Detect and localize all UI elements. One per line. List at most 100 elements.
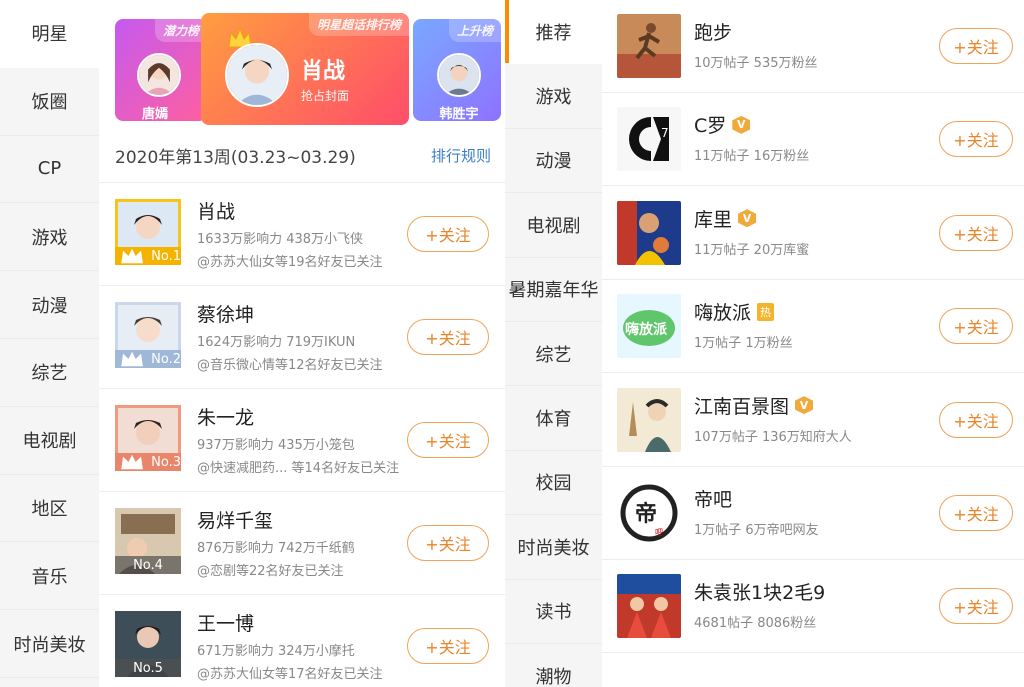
category-tv[interactable]: 电视剧 bbox=[0, 407, 99, 475]
category-game[interactable]: 游戏 bbox=[505, 64, 602, 129]
category-anime[interactable]: 动漫 bbox=[0, 271, 99, 339]
friends-following: @苏苏大仙女等17名好友已关注 bbox=[197, 667, 383, 682]
friends-following: @苏苏大仙女等19名好友已关注 bbox=[197, 255, 383, 270]
hot-badge: 热 bbox=[757, 302, 775, 321]
haifangpai-logo: 嗨放派 bbox=[617, 294, 681, 359]
follow-button[interactable]: +关注 bbox=[939, 121, 1013, 158]
topic-recommend-screen: 推荐 游戏 动漫 电视剧 暑期嘉年华 综艺 体育 校园 时尚美妆 读书 潮物 跑… bbox=[505, 0, 1024, 687]
topic-name-row: 江南百景图 V bbox=[694, 392, 814, 419]
ranking-row[interactable]: No.2 蔡徐坤 1624万影响力 719万IKUN @音乐微心情等12名好友已… bbox=[99, 285, 505, 388]
follow-button[interactable]: +关注 bbox=[407, 422, 489, 458]
follow-button[interactable]: +关注 bbox=[407, 319, 489, 355]
category-fashion[interactable]: 时尚美妆 bbox=[0, 610, 99, 678]
friends-following: @恋剧等22名好友已关注 bbox=[197, 564, 344, 579]
rank-badge: No.4 bbox=[115, 556, 181, 574]
verified-icon: V bbox=[795, 396, 814, 415]
topic-row[interactable]: 库里 V 11万帖子 20万库蜜 +关注 bbox=[602, 187, 1024, 280]
topic-row[interactable]: 7 C罗 V 11万帖子 16万粉丝 +关注 bbox=[602, 93, 1024, 187]
category-reading[interactable]: 读书 bbox=[505, 580, 602, 644]
star-ranking-screen: 明星 饭圈 CP 游戏 动漫 综艺 电视剧 地区 音乐 时尚美妆 潜力榜 唐嫣 bbox=[0, 0, 505, 687]
avatar bbox=[137, 53, 181, 97]
ranking-banner: 潜力榜 唐嫣 上升榜 韩胜宇 明星超话排行榜 肖战 抢占封面 bbox=[115, 13, 501, 125]
ranking-rules-link[interactable]: 排行规则 bbox=[431, 145, 491, 166]
volleyball-image bbox=[617, 574, 681, 639]
cr7-logo: 7 bbox=[617, 107, 681, 172]
category-anime[interactable]: 动漫 bbox=[505, 129, 602, 194]
topic-row[interactable]: 嗨放派 嗨放派热 1万帖子 1万粉丝 +关注 bbox=[602, 280, 1024, 374]
category-sidebar: 明星 饭圈 CP 游戏 动漫 综艺 电视剧 地区 音乐 时尚美妆 bbox=[0, 0, 99, 687]
category-variety[interactable]: 综艺 bbox=[505, 322, 602, 387]
category-tv[interactable]: 电视剧 bbox=[505, 193, 602, 258]
topic-row[interactable]: 帝吧 帝吧 1万帖子 6万帝吧网友 +关注 bbox=[602, 467, 1024, 560]
svg-text:吧: 吧 bbox=[655, 528, 663, 537]
avatar bbox=[437, 53, 481, 97]
rank-badge: No.1 bbox=[115, 247, 181, 265]
follow-button[interactable]: +关注 bbox=[939, 28, 1013, 64]
topic-name-row: 帝吧 bbox=[694, 485, 732, 512]
star-photo: No.4 bbox=[115, 508, 181, 574]
crown-icon bbox=[121, 454, 143, 470]
follow-button[interactable]: +关注 bbox=[939, 308, 1013, 345]
topic-row[interactable]: 朱袁张1块2毛9 4681帖子 8086粉丝 +关注 bbox=[602, 560, 1024, 654]
verified-icon: V bbox=[738, 209, 757, 228]
category-variety[interactable]: 综艺 bbox=[0, 339, 99, 407]
category-cp[interactable]: CP bbox=[0, 136, 99, 204]
potential-list-tag: 潜力榜 bbox=[154, 19, 207, 42]
follow-button[interactable]: +关注 bbox=[939, 214, 1013, 251]
rank-number: No.1 bbox=[151, 248, 181, 264]
rank-badge: No.2 bbox=[115, 350, 181, 368]
ranking-row[interactable]: No.5 王一博 671万影响力 324万小摩托 @苏苏大仙女等17名好友已关注… bbox=[99, 594, 505, 687]
topic-name: 嗨放派 bbox=[694, 302, 752, 325]
jiangnan-image bbox=[617, 387, 681, 452]
topic-row[interactable]: 跑步 10万帖子 535万粉丝 +关注 bbox=[602, 0, 1024, 93]
verified-icon: V bbox=[732, 115, 751, 134]
grab-cover-text: 抢占封面 bbox=[301, 89, 350, 103]
star-name: 易烊千玺 bbox=[197, 510, 274, 532]
influence-stats: 671万影响力 324万小摩托 bbox=[197, 644, 355, 659]
category-fandom[interactable]: 饭圈 bbox=[0, 68, 99, 136]
influence-stats: 1624万影响力 719万IKUN bbox=[197, 335, 356, 350]
friends-following: @快速减肥药... 等14名好友已关注 bbox=[197, 461, 400, 476]
potential-star-name: 唐嫣 bbox=[141, 107, 168, 121]
avatar bbox=[225, 43, 289, 107]
star-name: 肖战 bbox=[197, 201, 236, 223]
follow-button[interactable]: +关注 bbox=[407, 525, 489, 561]
star-photo: No.3 bbox=[115, 405, 181, 471]
topic-name-row: 嗨放派热 bbox=[694, 298, 775, 325]
topic-stats: 1万帖子 6万帝吧网友 bbox=[694, 523, 819, 538]
influence-stats: 1633万影响力 438万小飞侠 bbox=[197, 232, 364, 247]
category-fashion[interactable]: 时尚美妆 bbox=[505, 515, 602, 580]
category-music[interactable]: 音乐 bbox=[0, 542, 99, 611]
potential-list-card[interactable]: 潜力榜 唐嫣 bbox=[115, 19, 207, 121]
topic-name: 跑步 bbox=[694, 22, 733, 44]
category-campus[interactable]: 校园 bbox=[505, 451, 602, 516]
topic-row[interactable]: 江南百景图 V 107万帖子 136万知府大人 +关注 bbox=[602, 374, 1024, 467]
star-name: 王一博 bbox=[197, 613, 255, 635]
week-label: 2020年第13周(03.23~03.29) bbox=[115, 147, 356, 168]
topic-list: 跑步 10万帖子 535万粉丝 +关注 7 C罗 V 11万帖子 16万粉丝 +关… bbox=[602, 0, 1024, 687]
topic-name: C罗 bbox=[694, 115, 727, 138]
follow-button[interactable]: +关注 bbox=[939, 588, 1013, 625]
follow-button[interactable]: +关注 bbox=[407, 628, 489, 664]
star-photo: No.2 bbox=[115, 302, 181, 368]
category-recommend[interactable]: 推荐 bbox=[505, 0, 602, 65]
star-topic-ranking-card[interactable]: 明星超话排行榜 肖战 抢占封面 bbox=[201, 13, 409, 125]
follow-button[interactable]: +关注 bbox=[407, 216, 489, 252]
category-game[interactable]: 游戏 bbox=[0, 203, 99, 272]
topic-stats: 4681帖子 8086粉丝 bbox=[694, 616, 817, 632]
ranking-row[interactable]: No.3 朱一龙 937万影响力 435万小笼包 @快速减肥药... 等14名好… bbox=[99, 388, 505, 491]
rank-number: No.2 bbox=[151, 351, 181, 367]
ranking-row[interactable]: No.1 肖战 1633万影响力 438万小飞侠 @苏苏大仙女等19名好友已关注… bbox=[99, 182, 505, 285]
category-star[interactable]: 明星 bbox=[0, 0, 99, 68]
category-sports[interactable]: 体育 bbox=[505, 386, 602, 451]
category-region[interactable]: 地区 bbox=[0, 475, 99, 543]
follow-button[interactable]: +关注 bbox=[939, 401, 1013, 438]
rank-number: No.4 bbox=[133, 557, 163, 573]
screenshot-composite: 明星 饭圈 CP 游戏 动漫 综艺 电视剧 地区 音乐 时尚美妆 潜力榜 唐嫣 bbox=[0, 0, 1024, 687]
ranking-row[interactable]: No.4 易烊千玺 876万影响力 742万千纸鹤 @恋剧等22名好友已关注 +… bbox=[99, 491, 505, 594]
category-summer-carnival[interactable]: 暑期嘉年华 bbox=[505, 258, 602, 322]
rising-list-card[interactable]: 上升榜 韩胜宇 bbox=[413, 19, 501, 121]
category-trendy[interactable]: 潮物 bbox=[505, 644, 602, 687]
follow-button[interactable]: +关注 bbox=[939, 495, 1013, 531]
rank-number: No.3 bbox=[151, 454, 181, 470]
